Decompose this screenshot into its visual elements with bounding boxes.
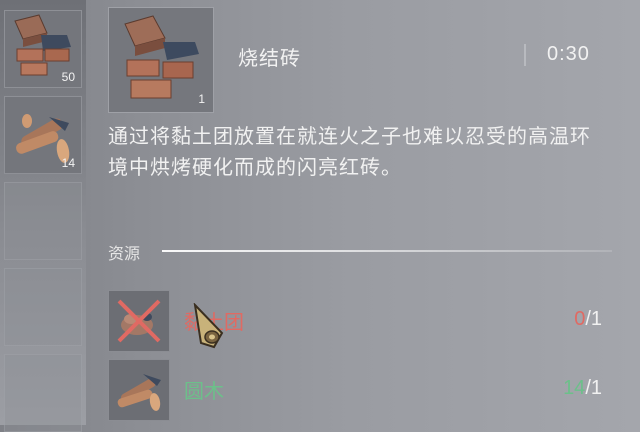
log-icon bbox=[117, 374, 161, 411]
recipe-slot-brick[interactable]: 50 bbox=[4, 10, 82, 88]
resource-need: /1 bbox=[585, 308, 602, 330]
resource-row-log[interactable]: 圆木 14/1 bbox=[108, 359, 628, 421]
recipe-slot-empty[interactable] bbox=[4, 182, 82, 260]
resources-divider bbox=[162, 250, 612, 252]
clay-icon bbox=[117, 299, 161, 343]
selected-item-slot: 1 bbox=[108, 7, 214, 113]
recipe-slot-empty[interactable] bbox=[4, 354, 82, 432]
divider bbox=[524, 44, 526, 66]
slot-count: 14 bbox=[61, 156, 75, 170]
recipe-slot-log[interactable]: 14 bbox=[4, 96, 82, 174]
item-description: 通过将黏土团放置在就连火之子也难以忍受的高温环境中烘烤硬化而成的闪亮红砖。 bbox=[108, 124, 591, 179]
resource-need: /1 bbox=[585, 377, 602, 399]
resource-count: 0/1 bbox=[574, 308, 602, 331]
resource-name: 圆木 bbox=[184, 379, 224, 403]
resource-have: 0 bbox=[574, 308, 586, 330]
resource-row-clay[interactable]: 黏土团 0/1 bbox=[108, 290, 628, 352]
cursor-icon bbox=[193, 303, 224, 349]
slot-count: 50 bbox=[61, 70, 75, 84]
recipe-slot-empty[interactable] bbox=[4, 268, 82, 346]
item-count: 1 bbox=[198, 92, 205, 106]
item-title: 烧结砖 bbox=[238, 46, 301, 70]
resources-label: 资源 bbox=[108, 244, 141, 263]
craft-timer: 0:30 bbox=[547, 43, 590, 65]
resource-icon-slot bbox=[108, 359, 170, 421]
resource-count: 14/1 bbox=[563, 377, 602, 400]
resource-icon-slot bbox=[108, 290, 170, 352]
resource-have: 14 bbox=[563, 377, 586, 399]
